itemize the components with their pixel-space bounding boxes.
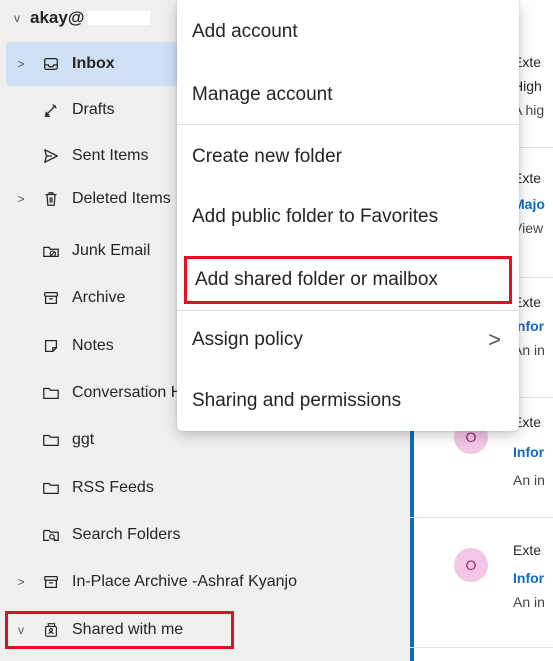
menu-item-manage-account[interactable]: Manage account <box>177 74 519 116</box>
send-icon <box>40 146 62 166</box>
avatar[interactable]: O <box>454 548 488 582</box>
junk-icon <box>40 241 62 261</box>
menu-item-label: Add account <box>192 21 298 42</box>
menu-item-add-shared-folder[interactable]: Add shared folder or mailbox <box>184 256 512 304</box>
trash-icon <box>40 189 62 209</box>
folder-label: Search Folders <box>72 526 181 543</box>
folder-icon <box>40 430 62 450</box>
menu-item-create-new-folder[interactable]: Create new folder <box>177 136 519 178</box>
inbox-icon <box>40 54 62 74</box>
chevron-right-icon[interactable]: > <box>14 575 28 589</box>
archive-icon <box>40 572 62 592</box>
folder-label: Shared with me <box>72 621 184 638</box>
account-name: akay@ <box>30 8 85 27</box>
folder-shared-with-me[interactable]: v Shared with me <box>0 608 410 652</box>
message-subject: Infor <box>513 570 545 586</box>
folder-label: Drafts <box>72 101 115 118</box>
folder-label: Deleted Items <box>72 190 171 207</box>
list-item[interactable] <box>410 648 553 661</box>
menu-item-label: Add public folder to Favorites <box>192 206 439 227</box>
menu-item-assign-policy[interactable]: Assign policy > <box>177 319 519 361</box>
menu-item-sharing-permissions[interactable]: Sharing and permissions <box>177 380 519 422</box>
menu-item-add-public-folder[interactable]: Add public folder to Favorites <box>177 196 519 238</box>
list-item[interactable]: O Exte Infor An in <box>410 518 553 648</box>
folder-icon <box>40 383 62 403</box>
folder-search-folders[interactable]: Search Folders <box>0 513 410 557</box>
folder-label: In-Place Archive -Ashraf Kyanjo <box>72 573 297 590</box>
folder-in-place-archive[interactable]: > In-Place Archive -Ashraf Kyanjo <box>0 560 410 604</box>
menu-item-label: Add shared folder or mailbox <box>195 269 438 290</box>
search-folder-icon <box>40 525 62 545</box>
drafts-icon <box>40 100 62 120</box>
folder-label: Inbox <box>72 55 115 72</box>
chevron-right-icon: > <box>488 327 501 352</box>
chevron-down-icon[interactable]: v <box>14 623 28 637</box>
folder-label: ggt <box>72 431 95 448</box>
message-preview: An in <box>513 472 545 488</box>
chevron-right-icon[interactable]: > <box>14 192 28 206</box>
menu-item-add-account[interactable]: Add account <box>177 11 519 53</box>
folder-rss-feeds[interactable]: RSS Feeds <box>0 466 410 510</box>
redacted-account-text <box>88 11 151 25</box>
message-subject: Infor <box>513 444 545 460</box>
menu-item-label: Create new folder <box>192 146 342 167</box>
message-sender: Exte <box>513 542 542 558</box>
chevron-down-icon[interactable]: v <box>14 11 30 25</box>
folder-label: Archive <box>72 289 126 306</box>
unread-indicator <box>410 648 414 661</box>
account-header[interactable]: v akay@ <box>14 0 151 36</box>
menu-item-label: Assign policy <box>192 329 303 350</box>
message-preview: An in <box>513 594 545 610</box>
folder-label: Junk Email <box>72 242 151 259</box>
shared-folder-icon <box>40 620 62 640</box>
account-context-menu: Add account Manage account Create new fo… <box>177 0 519 431</box>
folder-label: Notes <box>72 337 114 354</box>
folder-label: Sent Items <box>72 147 149 164</box>
notes-icon <box>40 336 62 356</box>
menu-divider <box>177 124 519 125</box>
archive-icon <box>40 288 62 308</box>
chevron-right-icon[interactable]: > <box>14 57 28 71</box>
folder-label: RSS Feeds <box>72 479 154 496</box>
unread-indicator <box>410 518 414 647</box>
folder-icon <box>40 478 62 498</box>
menu-item-label: Manage account <box>192 84 333 105</box>
menu-divider <box>177 310 519 311</box>
menu-item-label: Sharing and permissions <box>192 390 402 411</box>
